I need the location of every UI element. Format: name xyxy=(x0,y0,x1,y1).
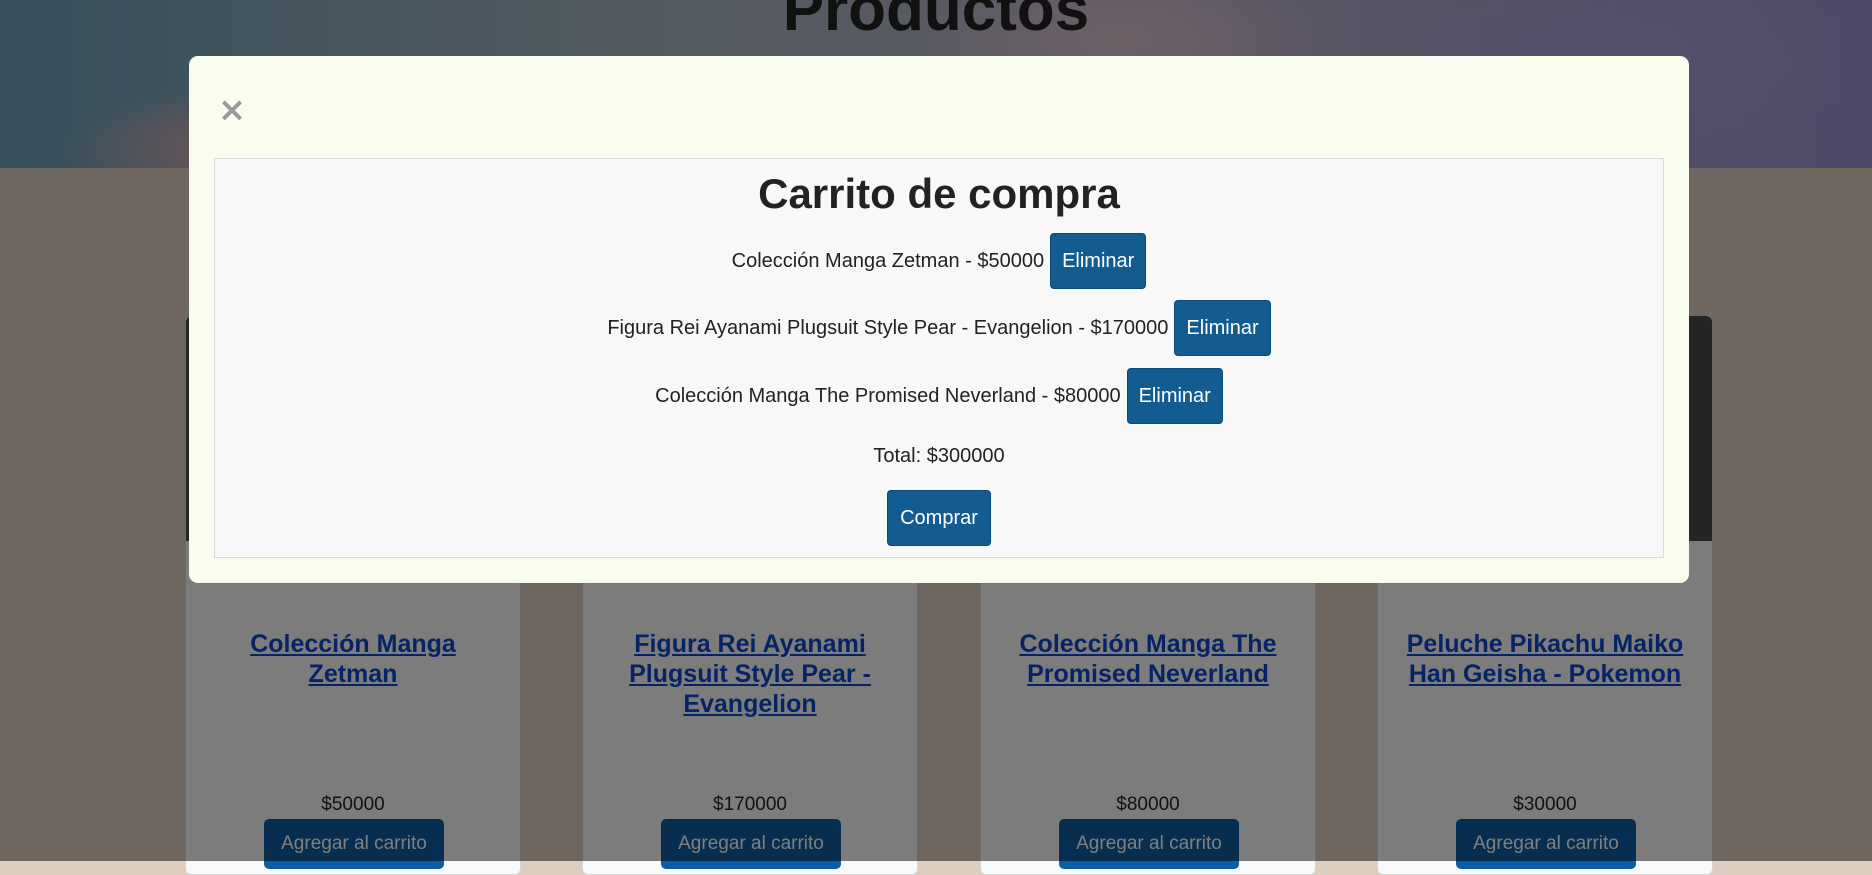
cart-item-text: Colección Manga Zetman - $50000 xyxy=(731,249,1045,272)
buy-button[interactable]: Comprar xyxy=(887,490,991,546)
cart-panel: Carrito de compra Colección Manga Zetman… xyxy=(214,158,1664,558)
buy-wrapper: Comprar xyxy=(215,490,1663,546)
cart-item-text: Figura Rei Ayanami Plugsuit Style Pear -… xyxy=(607,316,1169,339)
cart-modal: × Carrito de compra Colección Manga Zetm… xyxy=(189,56,1689,583)
cart-title: Carrito de compra xyxy=(758,170,1120,217)
cart-item: Colección Manga The Promised Neverland -… xyxy=(215,368,1663,424)
cart-item: Figura Rei Ayanami Plugsuit Style Pear -… xyxy=(215,300,1663,356)
remove-item-button[interactable]: Eliminar xyxy=(1174,300,1271,356)
cart-total: Total: $300000 xyxy=(873,445,1005,467)
cart-item-text: Colección Manga The Promised Neverland -… xyxy=(655,384,1121,407)
remove-item-button[interactable]: Eliminar xyxy=(1050,233,1147,289)
cart-item: Colección Manga Zetman - $50000 Eliminar xyxy=(215,233,1663,289)
remove-item-button[interactable]: Eliminar xyxy=(1126,368,1223,424)
close-icon[interactable]: × xyxy=(214,90,250,130)
